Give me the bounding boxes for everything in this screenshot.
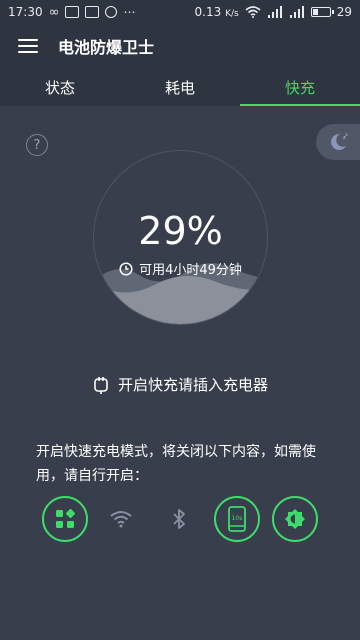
status-bar: 17:30 ∞ ⋯ 0.13 K/s 29 xyxy=(0,0,360,24)
app-bar: 电池防爆卫士 xyxy=(0,24,360,68)
wifi-status-icon xyxy=(245,6,261,18)
charge-hint-text: 开启快充请插入充电器 xyxy=(117,376,268,394)
status-time: 17:30 xyxy=(8,5,43,19)
tab-power-usage[interactable]: 耗电 xyxy=(120,68,240,106)
brightness-toggle[interactable] xyxy=(272,496,318,542)
battery-gauge: 29% 可用4小时49分钟 xyxy=(93,150,268,325)
network-speed: 0.13 K/s xyxy=(194,5,239,19)
wifi-toggle[interactable] xyxy=(98,496,144,542)
remaining-time-text: 可用4小时49分钟 xyxy=(139,263,242,278)
brightness-icon xyxy=(285,509,305,529)
clock-icon xyxy=(119,261,133,276)
mail-notification-icon xyxy=(85,6,100,18)
bluetooth-icon xyxy=(173,509,185,529)
infinity-icon: ∞ xyxy=(48,4,60,20)
moon-icon: z z xyxy=(331,132,348,150)
feature-list: 10s xyxy=(0,496,360,544)
image-notification-icon xyxy=(65,6,80,18)
signal-2-icon xyxy=(289,6,304,18)
tab-bar: 状态 耗电 快充 xyxy=(0,68,360,106)
screen-timeout-toggle[interactable]: 10s xyxy=(214,496,260,542)
apps-toggle[interactable] xyxy=(42,496,88,542)
night-mode-button[interactable]: z z xyxy=(316,124,360,160)
app-title: 电池防爆卫士 xyxy=(58,38,155,57)
fast-charge-notice: 开启快速充电模式，将关闭以下内容，如需使用，请自行开启： xyxy=(36,444,316,484)
battery-icon xyxy=(310,7,334,17)
battery-percent: 29% xyxy=(138,209,223,253)
check-notification-icon xyxy=(105,6,118,18)
charge-hint: 开启快充请插入充电器 xyxy=(0,374,360,395)
screen-timeout-icon: 10s xyxy=(228,506,246,532)
menu-icon[interactable] xyxy=(18,39,38,53)
wifi-icon xyxy=(110,511,132,528)
plug-icon xyxy=(94,376,108,394)
bluetooth-toggle[interactable] xyxy=(156,496,202,542)
more-notifications-icon: ⋯ xyxy=(123,5,136,19)
remaining-time: 可用4小时49分钟 xyxy=(94,259,267,278)
help-icon[interactable]: ? xyxy=(26,134,48,156)
svg-text:z: z xyxy=(346,132,348,137)
tab-status[interactable]: 状态 xyxy=(0,68,120,106)
battery-level: 29 xyxy=(336,5,352,19)
tab-fast-charge[interactable]: 快充 xyxy=(240,68,360,106)
svg-text:10s: 10s xyxy=(232,515,243,522)
apps-icon xyxy=(56,509,75,528)
signal-icon xyxy=(267,6,282,18)
